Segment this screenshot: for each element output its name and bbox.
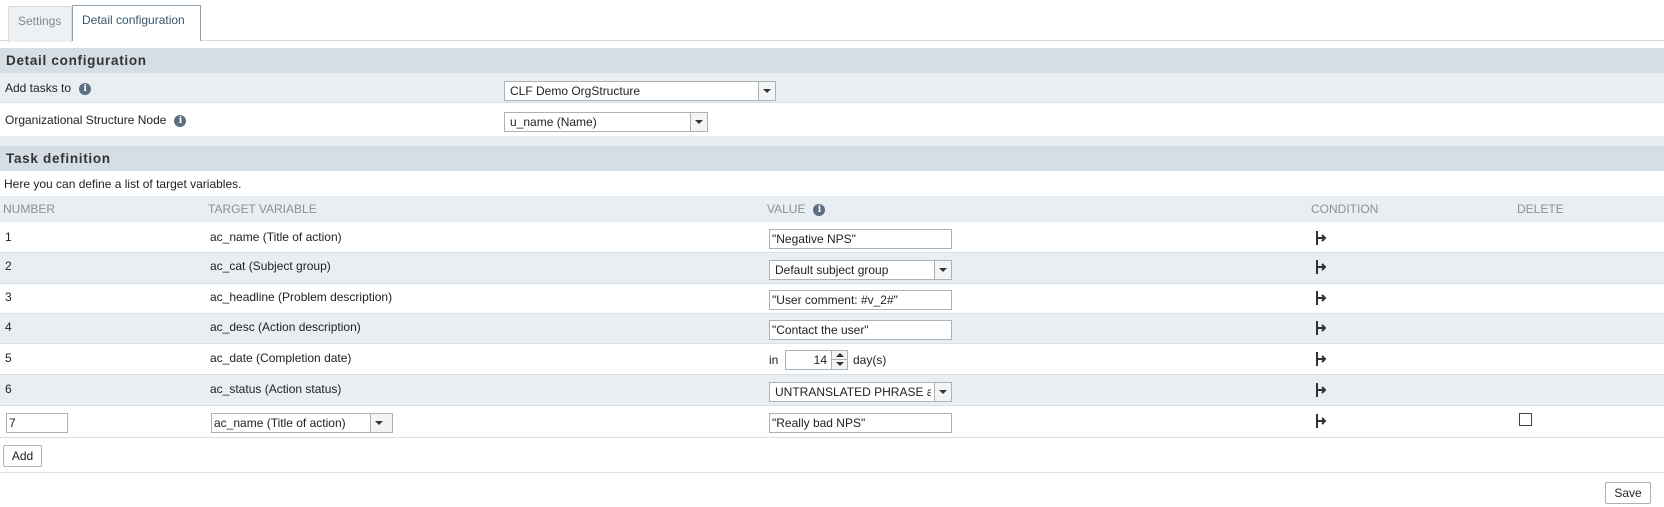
value-input[interactable]: "Really bad NPS" xyxy=(769,413,952,433)
save-button[interactable]: Save xyxy=(1605,482,1651,504)
row-number: 5 xyxy=(5,351,12,365)
condition-branch-icon[interactable] xyxy=(1314,259,1328,275)
chevron-down-icon[interactable] xyxy=(370,414,392,432)
value-input[interactable]: "Contact the user" xyxy=(769,320,952,340)
column-header-condition: CONDITION xyxy=(1311,202,1379,216)
tab-detail-configuration[interactable]: Detail configuration xyxy=(72,5,201,42)
table-row: 7 ac_name (Title of action) "Really bad … xyxy=(0,406,1664,438)
value-suffix: day(s) xyxy=(853,353,887,367)
add-tasks-label-text: Add tasks to xyxy=(5,81,72,95)
target-variable: ac_desc (Action description) xyxy=(210,320,361,334)
target-variable: ac_date (Completion date) xyxy=(210,351,352,365)
condition-branch-icon[interactable] xyxy=(1314,320,1328,336)
table-row: 1 ac_name (Title of action) "Negative NP… xyxy=(0,222,1664,253)
org-node-select-value: u_name (Name) xyxy=(510,115,597,129)
days-stepper[interactable]: 14 xyxy=(785,350,848,370)
org-node-select[interactable]: u_name (Name) xyxy=(504,112,708,132)
value-select-text: Default subject group xyxy=(775,263,889,277)
chevron-down-icon[interactable] xyxy=(690,113,707,131)
info-icon[interactable]: i xyxy=(813,203,826,216)
row-number: 1 xyxy=(5,230,12,244)
condition-branch-icon[interactable] xyxy=(1314,413,1328,429)
org-node-row: Organizational Structure Node i u_name (N… xyxy=(0,103,1664,136)
chevron-down-icon[interactable] xyxy=(934,261,951,279)
add-tasks-row: Add tasks to i CLF Demo OrgStructure xyxy=(0,73,1664,103)
add-button[interactable]: Add xyxy=(3,445,42,467)
condition-branch-icon[interactable] xyxy=(1314,351,1328,367)
org-node-label-text: Organizational Structure Node xyxy=(5,113,167,127)
target-variable: ac_status (Action status) xyxy=(210,382,342,396)
number-input[interactable]: 7 xyxy=(6,413,68,433)
days-stepper-value: 14 xyxy=(813,353,827,367)
org-node-label: Organizational Structure Node i xyxy=(5,113,187,127)
add-tasks-select[interactable]: CLF Demo OrgStructure xyxy=(504,81,776,101)
table-row: 4 ac_desc (Action description) "Contact … xyxy=(0,314,1664,344)
row-number: 6 xyxy=(5,382,12,396)
column-header-target: TARGET VARIABLE xyxy=(208,202,317,216)
add-tasks-label: Add tasks to i xyxy=(5,81,92,95)
task-definition-header: Task definition xyxy=(0,146,1664,171)
task-description: Here you can define a list of target var… xyxy=(4,177,242,191)
column-header-delete: DELETE xyxy=(1517,202,1564,216)
row-number: 3 xyxy=(5,290,12,304)
delete-checkbox[interactable] xyxy=(1519,413,1532,426)
target-variable: ac_cat (Subject group) xyxy=(210,259,331,273)
value-input[interactable]: "User comment: #v_2#" xyxy=(769,290,952,310)
section-title: Task definition xyxy=(6,151,111,166)
table-row: 6 ac_status (Action status) UNTRANSLATED… xyxy=(0,375,1664,406)
section-title: Detail configuration xyxy=(6,53,147,68)
value-select-text: UNTRANSLATED PHRASE ac xyxy=(775,385,931,399)
table-row: 2 ac_cat (Subject group) Default subject… xyxy=(0,253,1664,284)
condition-branch-icon[interactable] xyxy=(1314,382,1328,398)
chevron-down-icon[interactable] xyxy=(758,82,775,100)
info-icon[interactable]: i xyxy=(174,114,187,127)
target-variable: ac_name (Title of action) xyxy=(210,230,342,244)
stepper-up-icon[interactable] xyxy=(831,351,847,360)
chevron-down-icon[interactable] xyxy=(934,383,951,401)
target-variable: ac_headline (Problem description) xyxy=(210,290,393,304)
add-tasks-select-value: CLF Demo OrgStructure xyxy=(510,84,641,98)
table-header-row: NUMBER TARGET VARIABLE VALUE i CONDITION … xyxy=(0,196,1664,222)
tab-bar: Settings Detail configuration xyxy=(0,0,1664,42)
divider xyxy=(0,472,1664,473)
target-variable-select[interactable]: ac_name (Title of action) xyxy=(211,413,393,433)
value-select[interactable]: Default subject group xyxy=(769,260,952,280)
column-header-number: NUMBER xyxy=(3,202,56,216)
info-icon[interactable]: i xyxy=(79,82,92,95)
stepper-down-icon[interactable] xyxy=(831,360,847,369)
detail-configuration-header: Detail configuration xyxy=(0,48,1664,73)
section-spacer xyxy=(0,136,1664,146)
condition-branch-icon[interactable] xyxy=(1314,230,1328,246)
table-row: 3 ac_headline (Problem description) "Use… xyxy=(0,284,1664,314)
tab-settings[interactable]: Settings xyxy=(8,6,72,42)
target-variable-select-text: ac_name (Title of action) xyxy=(214,416,346,430)
column-header-value-text: VALUE xyxy=(767,202,806,216)
table-row: 5 ac_date (Completion date) in 14 day(s) xyxy=(0,344,1664,375)
condition-branch-icon[interactable] xyxy=(1314,290,1328,306)
column-header-value: VALUE i xyxy=(767,202,826,216)
row-number: 2 xyxy=(5,259,12,273)
value-select[interactable]: UNTRANSLATED PHRASE ac xyxy=(769,382,952,402)
value-prefix: in xyxy=(769,353,779,367)
value-input[interactable]: "Negative NPS" xyxy=(769,229,952,249)
row-number: 4 xyxy=(5,320,12,334)
